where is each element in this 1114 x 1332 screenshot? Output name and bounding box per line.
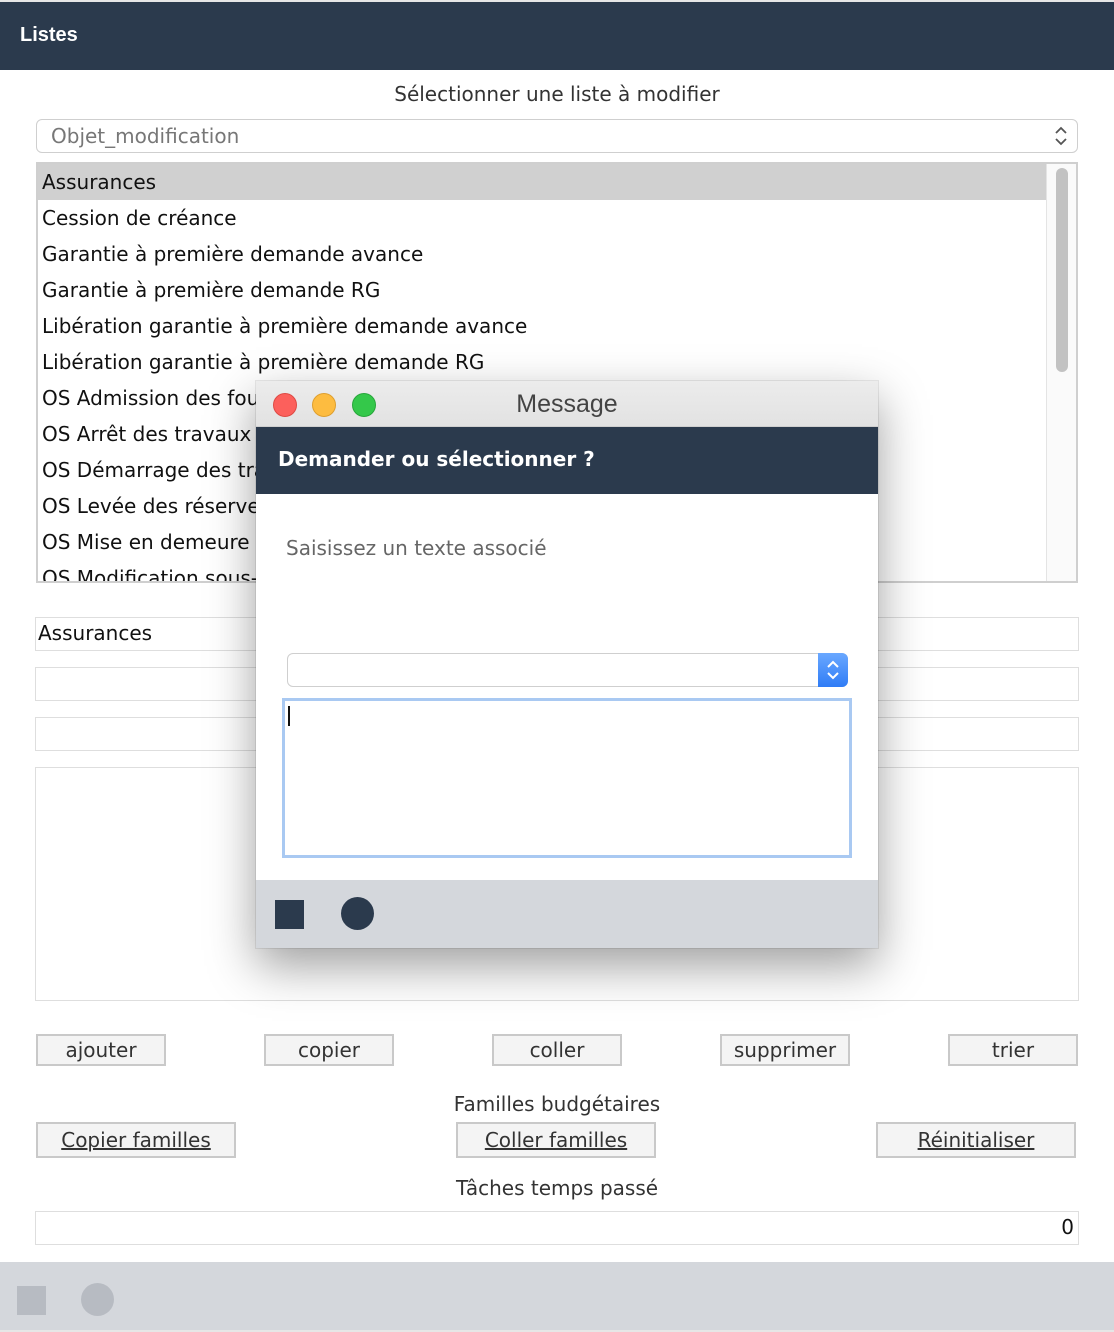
list-selector-label: Sélectionner une liste à modifier (394, 82, 720, 106)
app-header: Listes (0, 0, 1114, 70)
dialog-footer (256, 880, 878, 948)
supprimer-button[interactable]: supprimer (720, 1034, 850, 1066)
familles-label: Familles budgétaires (453, 1092, 661, 1116)
list-selector-value: Objet_modification (51, 124, 240, 148)
list-item[interactable]: Assurances (38, 164, 1046, 200)
list-item[interactable]: Cession de créance (38, 200, 1046, 236)
list-selector-dropdown[interactable]: Objet_modification (36, 119, 1078, 153)
window-title: Listes (20, 24, 78, 46)
reinitialiser-button[interactable]: Réinitialiser (876, 1122, 1076, 1158)
chevron-updown-icon (1055, 126, 1067, 146)
dialog-header-title: Demander ou sélectionner ? (278, 447, 595, 471)
list-item[interactable]: Libération garantie à première demande R… (38, 344, 1046, 380)
circle-icon[interactable] (341, 897, 374, 930)
list-scrollbar[interactable] (1046, 164, 1076, 581)
stop-square-icon[interactable] (275, 900, 304, 929)
dialog-select[interactable] (287, 653, 848, 687)
copier-familles-button[interactable]: Copier familles (36, 1122, 236, 1158)
coller-button[interactable]: coller (492, 1034, 622, 1066)
dialog-header: Demander ou sélectionner ? (256, 427, 878, 494)
taches-label: Tâches temps passé (455, 1176, 659, 1200)
coller-familles-button[interactable]: Coller familles (456, 1122, 656, 1158)
circle-icon[interactable] (81, 1283, 114, 1316)
taches-value: 0 (1061, 1215, 1074, 1239)
footer-bar (0, 1262, 1114, 1332)
taches-field[interactable]: 0 (35, 1211, 1079, 1245)
text-caret (288, 706, 290, 726)
list-item[interactable]: Garantie à première demande avance (38, 236, 1046, 272)
dialog-text-input[interactable] (282, 698, 852, 858)
message-dialog: Message Demander ou sélectionner ? Saisi… (256, 381, 878, 948)
dialog-prompt: Saisissez un texte associé (286, 536, 547, 560)
list-item[interactable]: Libération garantie à première demande a… (38, 308, 1046, 344)
dialog-window-title: Message (516, 390, 618, 418)
ajouter-button[interactable]: ajouter (36, 1034, 166, 1066)
copier-button[interactable]: copier (264, 1034, 394, 1066)
stop-square-icon[interactable] (17, 1286, 46, 1315)
list-item[interactable]: Garantie à première demande RG (38, 272, 1046, 308)
dialog-titlebar: Message (256, 381, 878, 427)
chevron-updown-icon (827, 660, 839, 680)
trier-button[interactable]: trier (948, 1034, 1078, 1066)
list-scrollbar-thumb[interactable] (1056, 168, 1068, 372)
list-name-value: Assurances (38, 621, 153, 645)
dialog-select-chevron[interactable] (818, 653, 848, 687)
